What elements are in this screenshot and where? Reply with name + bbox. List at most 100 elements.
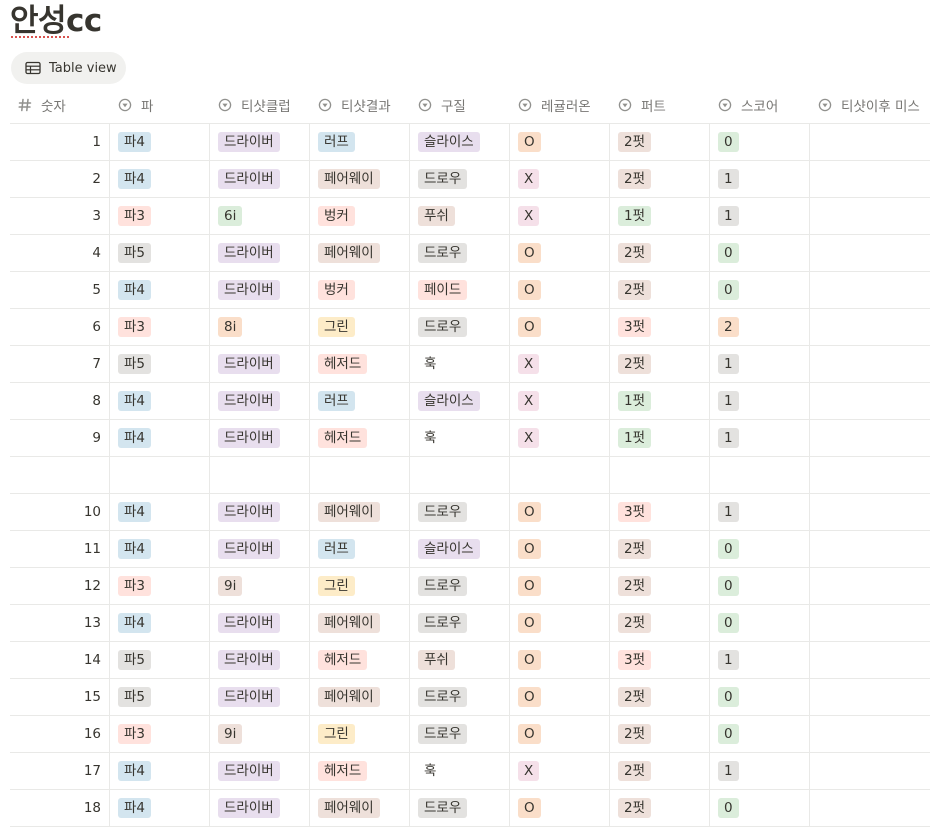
select-cell[interactable]: 페이드: [410, 272, 510, 308]
number-cell[interactable]: 1: [10, 124, 110, 160]
select-cell[interactable]: O: [510, 531, 610, 567]
select-cell[interactable]: [510, 457, 610, 493]
select-cell[interactable]: 6i: [210, 198, 310, 234]
select-cell[interactable]: [810, 494, 930, 530]
select-cell[interactable]: 1: [710, 420, 810, 456]
select-cell[interactable]: 0: [710, 531, 810, 567]
number-cell[interactable]: 15: [10, 679, 110, 715]
select-cell[interactable]: [810, 457, 930, 493]
select-cell[interactable]: 드로우: [410, 161, 510, 197]
number-cell[interactable]: 3: [10, 198, 110, 234]
select-cell[interactable]: [810, 568, 930, 604]
select-cell[interactable]: O: [510, 272, 610, 308]
select-cell[interactable]: 드로우: [410, 235, 510, 271]
select-cell[interactable]: 0: [710, 124, 810, 160]
select-cell[interactable]: 1: [710, 753, 810, 789]
select-cell[interactable]: 2펏: [610, 161, 710, 197]
select-cell[interactable]: 파4: [110, 383, 210, 419]
select-cell[interactable]: 슬라이스: [410, 383, 510, 419]
select-cell[interactable]: X: [510, 420, 610, 456]
number-cell[interactable]: 8: [10, 383, 110, 419]
table-row[interactable]: [10, 457, 930, 494]
select-cell[interactable]: [810, 716, 930, 752]
select-cell[interactable]: 8i: [210, 309, 310, 345]
table-row[interactable]: 17 파4 드라이버 헤저드 훅 X 2펏 1: [10, 753, 930, 790]
select-cell[interactable]: 파4: [110, 272, 210, 308]
select-cell[interactable]: 드라이버: [210, 494, 310, 530]
number-cell[interactable]: 9: [10, 420, 110, 456]
select-cell[interactable]: 2펏: [610, 235, 710, 271]
select-cell[interactable]: 0: [710, 790, 810, 826]
column-header-6[interactable]: 레귤러온: [518, 87, 610, 123]
select-cell[interactable]: 0: [710, 272, 810, 308]
select-cell[interactable]: 1: [710, 494, 810, 530]
number-cell[interactable]: 18: [10, 790, 110, 826]
select-cell[interactable]: [810, 790, 930, 826]
table-row[interactable]: 16 파3 9i 그린 드로우 O 2펏 0: [10, 716, 930, 753]
column-header-2[interactable]: 파: [118, 87, 210, 123]
select-cell[interactable]: 드로우: [410, 605, 510, 641]
select-cell[interactable]: 파4: [110, 753, 210, 789]
select-cell[interactable]: 0: [710, 679, 810, 715]
select-cell[interactable]: 러프: [310, 383, 410, 419]
select-cell[interactable]: 그린: [310, 568, 410, 604]
table-row[interactable]: 14 파5 드라이버 헤저드 푸쉬 O 3펏 1: [10, 642, 930, 679]
select-cell[interactable]: 2: [710, 309, 810, 345]
select-cell[interactable]: 파4: [110, 531, 210, 567]
select-cell[interactable]: 드로우: [410, 568, 510, 604]
table-row[interactable]: 4 파5 드라이버 페어웨이 드로우 O 2펏 0: [10, 235, 930, 272]
select-cell[interactable]: 파5: [110, 642, 210, 678]
select-cell[interactable]: 헤저드: [310, 753, 410, 789]
table-row[interactable]: 5 파4 드라이버 벙커 페이드 O 2펏 0: [10, 272, 930, 309]
select-cell[interactable]: 훅: [410, 346, 510, 382]
select-cell[interactable]: 파3: [110, 568, 210, 604]
number-cell[interactable]: 11: [10, 531, 110, 567]
select-cell[interactable]: [810, 346, 930, 382]
select-cell[interactable]: 9i: [210, 716, 310, 752]
select-cell[interactable]: [210, 457, 310, 493]
number-cell[interactable]: 6: [10, 309, 110, 345]
select-cell[interactable]: O: [510, 716, 610, 752]
select-cell[interactable]: 푸쉬: [410, 198, 510, 234]
select-cell[interactable]: [110, 457, 210, 493]
column-header-3[interactable]: 티샷클럽: [218, 87, 310, 123]
select-cell[interactable]: 헤저드: [310, 346, 410, 382]
select-cell[interactable]: 훅: [410, 420, 510, 456]
select-cell[interactable]: 1펏: [610, 420, 710, 456]
number-cell[interactable]: 12: [10, 568, 110, 604]
table-view-button[interactable]: Table view: [11, 52, 126, 84]
select-cell[interactable]: 드로우: [410, 679, 510, 715]
select-cell[interactable]: 0: [710, 605, 810, 641]
select-cell[interactable]: 파5: [110, 679, 210, 715]
select-cell[interactable]: 1: [710, 161, 810, 197]
select-cell[interactable]: 드라이버: [210, 679, 310, 715]
select-cell[interactable]: O: [510, 309, 610, 345]
select-cell[interactable]: O: [510, 494, 610, 530]
select-cell[interactable]: 드라이버: [210, 605, 310, 641]
select-cell[interactable]: 파4: [110, 605, 210, 641]
select-cell[interactable]: [810, 235, 930, 271]
select-cell[interactable]: 1: [710, 383, 810, 419]
column-header-1[interactable]: 숫자: [18, 87, 110, 123]
select-cell[interactable]: 2펏: [610, 124, 710, 160]
select-cell[interactable]: [810, 272, 930, 308]
select-cell[interactable]: 벙커: [310, 198, 410, 234]
select-cell[interactable]: O: [510, 642, 610, 678]
select-cell[interactable]: 0: [710, 716, 810, 752]
select-cell[interactable]: 파5: [110, 346, 210, 382]
select-cell[interactable]: O: [510, 679, 610, 715]
table-row[interactable]: 18 파4 드라이버 페어웨이 드로우 O 2펏 0: [10, 790, 930, 827]
table-row[interactable]: 2 파4 드라이버 페어웨이 드로우 X 2펏 1: [10, 161, 930, 198]
select-cell[interactable]: 푸쉬: [410, 642, 510, 678]
select-cell[interactable]: 1: [710, 198, 810, 234]
select-cell[interactable]: 러프: [310, 124, 410, 160]
select-cell[interactable]: 3펏: [610, 309, 710, 345]
table-row[interactable]: 1 파4 드라이버 러프 슬라이스 O 2펏 0: [10, 124, 930, 161]
select-cell[interactable]: 드로우: [410, 494, 510, 530]
select-cell[interactable]: 2펏: [610, 716, 710, 752]
select-cell[interactable]: 파4: [110, 420, 210, 456]
select-cell[interactable]: 2펏: [610, 531, 710, 567]
select-cell[interactable]: 드로우: [410, 309, 510, 345]
select-cell[interactable]: 1: [710, 642, 810, 678]
select-cell[interactable]: 페어웨이: [310, 605, 410, 641]
